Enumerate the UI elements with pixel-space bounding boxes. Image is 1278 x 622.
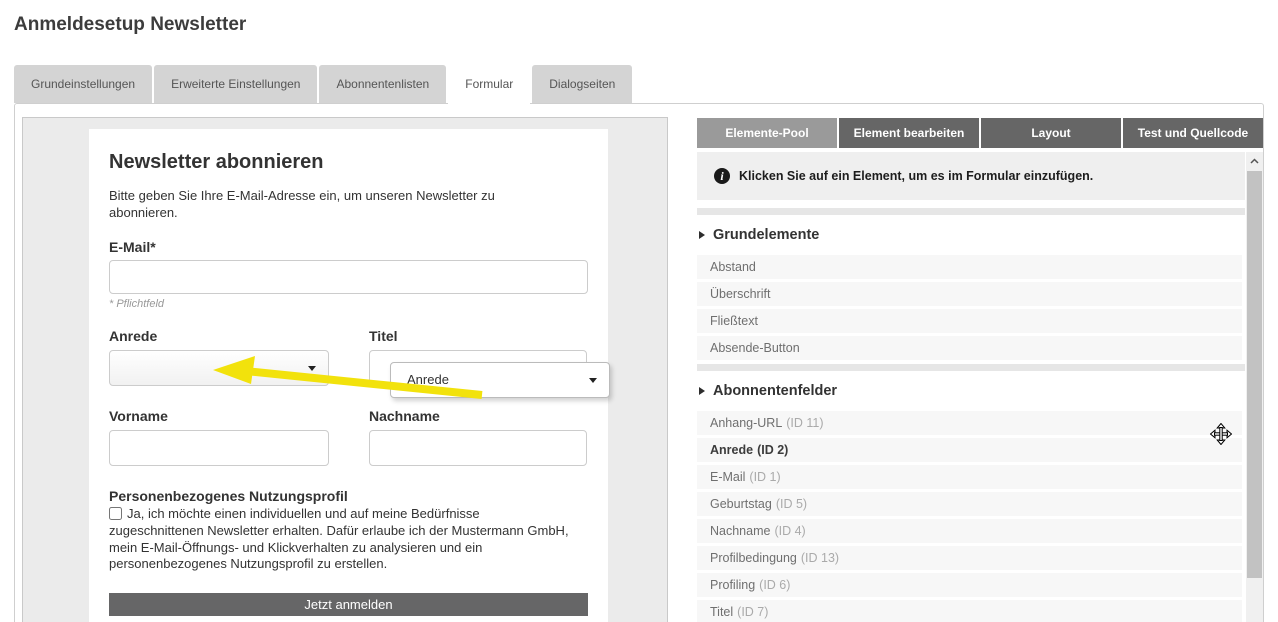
pool-item-profiling[interactable]: Profiling (ID 6) — [697, 573, 1242, 597]
pool-section-header-abonnentenfelder[interactable]: Abonnentenfelder — [699, 383, 1245, 399]
pool-item-label: Überschrift — [710, 287, 770, 301]
pool-item-abstand[interactable]: Abstand — [697, 255, 1242, 279]
titel-label: Titel — [369, 328, 587, 344]
main-tab-formular[interactable]: Formular — [448, 65, 530, 107]
profile-consent-text: Ja, ich möchte einen individuellen und a… — [109, 506, 577, 574]
pool-item-geburtstag[interactable]: Geburtstag (ID 5) — [697, 492, 1242, 516]
section-divider — [697, 208, 1245, 215]
editor-tab-bar: Elemente-PoolElement bearbeitenLayoutTes… — [697, 118, 1263, 148]
editor-scrollbar[interactable] — [1246, 152, 1263, 622]
email-label: E-Mail* — [109, 239, 588, 255]
element-pool: Grundelemente Abstand Überschrift Fließtext… — [697, 204, 1245, 622]
pool-section-title: Grundelemente — [713, 227, 819, 243]
submit-button[interactable]: Jetzt anmelden — [109, 593, 588, 616]
nachname-label: Nachname — [369, 408, 587, 424]
email-field[interactable] — [109, 260, 588, 294]
dragged-anrede-element[interactable]: Anrede — [390, 362, 610, 398]
scrollbar-thumb[interactable] — [1247, 171, 1262, 578]
pool-item-label: Nachname — [710, 524, 770, 538]
section-divider — [697, 364, 1245, 371]
main-tab-dialogseiten[interactable]: Dialogseiten — [532, 65, 632, 103]
form-intro-text: Bitte geben Sie Ihre E-Mail-Adresse ein,… — [109, 188, 554, 222]
pool-section-header-grundelemente[interactable]: Grundelemente — [699, 227, 1245, 243]
pool-item-id: (ID 2) — [757, 443, 788, 457]
anmeldesetup-page: Anmeldesetup Newsletter Grundeinstellung… — [0, 0, 1278, 622]
dragged-element-label: Anrede — [407, 372, 449, 387]
anrede-select[interactable] — [109, 350, 329, 386]
pool-item-anrede[interactable]: Anrede (ID 2) — [697, 438, 1242, 462]
pool-item-label: Absende-Button — [710, 341, 800, 355]
pool-item-nachname[interactable]: Nachname (ID 4) — [697, 519, 1242, 543]
pool-item-label: Fließtext — [710, 314, 758, 328]
pool-item-profilbedingung[interactable]: Profilbedingung (ID 13) — [697, 546, 1242, 570]
editor-tab-elemente-pool[interactable]: Elemente-Pool — [697, 118, 837, 148]
info-banner: i Klicken Sie auf ein Element, um es im … — [697, 152, 1245, 200]
pool-item-id: (ID 4) — [774, 524, 805, 538]
pool-item-id: (ID 5) — [776, 497, 807, 511]
chevron-down-icon — [589, 378, 597, 383]
anrede-label: Anrede — [109, 328, 329, 344]
main-tab-erweiterte-einstellungen[interactable]: Erweiterte Einstellungen — [154, 65, 317, 103]
info-message: Klicken Sie auf ein Element, um es im Fo… — [739, 169, 1093, 183]
pool-item-label: E-Mail — [710, 470, 745, 484]
pool-item-fließtext[interactable]: Fließtext — [697, 309, 1242, 333]
pool-item-label: Titel — [710, 605, 733, 619]
pool-item-label: Profiling — [710, 578, 755, 592]
form-heading: Newsletter abonnieren — [109, 151, 588, 174]
main-tab-bar: GrundeinstellungenErweiterte Einstellung… — [14, 65, 632, 107]
editor-tab-test-und-quellcode[interactable]: Test und Quellcode — [1123, 118, 1263, 148]
pool-item-label: Anhang-URL — [710, 416, 782, 430]
pool-item-label: Anrede — [710, 443, 753, 457]
pool-item-absende-button[interactable]: Absende-Button — [697, 336, 1242, 360]
profile-heading: Personenbezogenes Nutzungsprofil — [109, 488, 588, 504]
chevron-down-icon — [308, 366, 316, 371]
pool-item-id: (ID 7) — [737, 605, 768, 619]
main-tab-grundeinstellungen[interactable]: Grundeinstellungen — [14, 65, 152, 103]
pool-item-label: Abstand — [710, 260, 756, 274]
pool-item-id: (ID 13) — [801, 551, 839, 565]
pool-item-anhang-url[interactable]: Anhang-URL (ID 11) — [697, 411, 1242, 435]
editor-tab-element-bearbeiten[interactable]: Element bearbeiten — [839, 118, 979, 148]
page-title: Anmeldesetup Newsletter — [14, 14, 246, 36]
pool-item-titel[interactable]: Titel (ID 7) — [697, 600, 1242, 622]
info-icon: i — [714, 168, 730, 184]
chevron-right-icon — [699, 231, 705, 239]
required-note: * Pflichtfeld — [109, 298, 588, 310]
pool-item-id: (ID 11) — [786, 416, 823, 430]
pool-item-id: (ID 6) — [759, 578, 790, 592]
editor-tab-layout[interactable]: Layout — [981, 118, 1121, 148]
vorname-label: Vorname — [109, 408, 329, 424]
pool-item-label: Geburtstag — [710, 497, 772, 511]
vorname-field[interactable] — [109, 430, 329, 466]
pool-item-überschrift[interactable]: Überschrift — [697, 282, 1242, 306]
chevron-up-icon — [1250, 158, 1259, 164]
pool-section-title: Abonnentenfelder — [713, 383, 837, 399]
profile-consent-checkbox[interactable] — [109, 507, 122, 520]
nachname-field[interactable] — [369, 430, 587, 466]
main-tab-abonnentenlisten[interactable]: Abonnentenlisten — [319, 65, 446, 103]
pool-item-id: (ID 1) — [749, 470, 780, 484]
chevron-right-icon — [699, 387, 705, 395]
pool-item-label: Profilbedingung — [710, 551, 797, 565]
pool-item-e-mail[interactable]: E-Mail (ID 1) — [697, 465, 1242, 489]
scroll-up-button[interactable] — [1246, 152, 1263, 169]
